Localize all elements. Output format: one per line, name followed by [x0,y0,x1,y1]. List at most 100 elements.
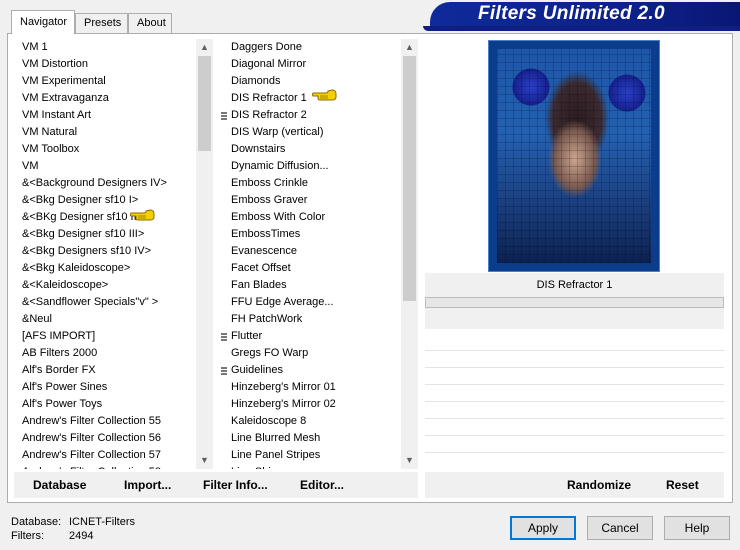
filter-list-item-label: FH PatchWork [231,313,303,325]
apply-button[interactable]: Apply [510,516,576,540]
category-list-item[interactable]: VM Distortion [22,56,194,73]
filter-list-item-label: Line Panel Stripes [231,449,321,461]
category-list-item[interactable]: Andrew's Filter Collection 57 [22,447,194,464]
submenu-marker-icon [221,367,227,375]
filter-list-item[interactable]: Emboss Graver [221,192,401,209]
filter-list-item[interactable]: FH PatchWork [221,311,401,328]
filter-list-item-label: DIS Refractor 2 [231,109,307,121]
submenu-marker-icon [221,112,227,120]
filter-list-item-label: Gregs FO Warp [231,347,309,359]
progress-bar [425,297,724,308]
category-list-item[interactable]: VM [22,158,194,175]
filter-list-item-label: Line Shimmer [231,466,299,469]
filter-list-item[interactable]: Line Blurred Mesh [221,430,401,447]
category-list-item[interactable]: &<Bkg Kaleidoscope> [22,260,194,277]
filter-list-item[interactable]: Evanescence [221,243,401,260]
filter-list-item-label: Kaleidoscope 8 [231,415,307,427]
tab-presets[interactable]: Presets [75,13,128,33]
cancel-button[interactable]: Cancel [587,516,653,540]
banner-shadow [423,26,740,31]
filter-list-item-label: EmbossTimes [231,228,301,240]
filter-list-item[interactable]: Emboss Crinkle [221,175,401,192]
filter-list-item[interactable]: Diamonds [221,73,401,90]
category-list-item[interactable]: VM Extravaganza [22,90,194,107]
category-list-item[interactable]: Alf's Border FX [22,362,194,379]
database-button[interactable]: Database [33,478,86,492]
category-list-item[interactable]: VM 1 [22,39,194,56]
preview-image [497,49,651,263]
filter-list-item[interactable]: Downstairs [221,141,401,158]
filters-count-label: Filters: [11,530,44,542]
import-button[interactable]: Import... [124,478,171,492]
category-list-item[interactable]: &Neul [22,311,194,328]
filter-list-item[interactable]: Gregs FO Warp [221,345,401,362]
filter-list-item[interactable]: Line Shimmer [221,464,401,469]
filter-list-item-label: Daggers Done [231,41,302,53]
filter-preview-frame [488,40,660,272]
category-list-item[interactable]: VM Toolbox [22,141,194,158]
filter-list-item[interactable]: Hinzeberg's Mirror 01 [221,379,401,396]
filter-list-item[interactable]: Guidelines [221,362,401,379]
filter-list-item-label: Facet Offset [231,262,291,274]
filter-list-item[interactable]: DIS Refractor 2 [221,107,401,124]
filter-list-item[interactable]: Facet Offset [221,260,401,277]
preview-toolbar: Randomize Reset [425,472,724,498]
filter-list-item-label: Hinzeberg's Mirror 02 [231,398,336,410]
help-button[interactable]: Help [664,516,730,540]
randomize-button[interactable]: Randomize [567,478,631,492]
chevron-down-icon[interactable]: ▼ [196,452,213,469]
category-list-item[interactable]: &<Bkg Designer sf10 III> [22,226,194,243]
chevron-up-icon[interactable]: ▲ [196,39,213,56]
category-list-item[interactable]: VM Instant Art [22,107,194,124]
category-list-item[interactable]: Andrew's Filter Collection 58 [22,464,194,469]
filter-list-item[interactable]: Dynamic Diffusion... [221,158,401,175]
category-list-item[interactable]: Andrew's Filter Collection 55 [22,413,194,430]
filter-list-item[interactable]: Fan Blades [221,277,401,294]
filter-list-item[interactable]: FFU Edge Average... [221,294,401,311]
tab-about[interactable]: About [128,13,172,33]
category-list-item[interactable]: &<Kaleidoscope> [22,277,194,294]
filter-list-item[interactable]: Hinzeberg's Mirror 02 [221,396,401,413]
category-list-item[interactable]: Alf's Power Toys [22,396,194,413]
editor-button[interactable]: Editor... [300,478,344,492]
filter-info-button[interactable]: Filter Info... [203,478,268,492]
filter-list-item[interactable]: Flutter [221,328,401,345]
category-list[interactable]: VM 1 VM Distortion VM Experimental VM Extra… [22,39,194,469]
filter-list-item[interactable]: EmbossTimes [221,226,401,243]
filter-list-item[interactable]: Daggers Done [221,39,401,56]
category-list-item[interactable]: &<Bkg Designer sf10 I> [22,192,194,209]
filter-list-item[interactable]: DIS Warp (vertical) [221,124,401,141]
category-list-item[interactable]: VM Experimental [22,73,194,90]
category-list-item[interactable]: AB Filters 2000 [22,345,194,362]
tab-navigator[interactable]: Navigator [11,10,75,34]
filter-list[interactable]: Daggers Done Diagonal Mirror Diamonds DIS R… [221,39,401,469]
filter-list-item[interactable]: Line Panel Stripes [221,447,401,464]
category-list-item[interactable]: &<Sandflower Specials"v" > [22,294,194,311]
filters-count-value: 2494 [69,530,94,542]
filter-list-item[interactable]: DIS Refractor 1 [221,90,401,107]
category-list-item[interactable]: &<Background Designers IV> [22,175,194,192]
filter-list-item-label: DIS Refractor 1 [231,92,307,104]
reset-button[interactable]: Reset [666,478,699,492]
app-title: Filters Unlimited 2.0 [478,3,665,24]
category-list-item[interactable]: &<BKg Designer sf10 II> [22,209,194,226]
filter-list-item[interactable]: Emboss With Color [221,209,401,226]
category-list-scrollbar[interactable]: ▲ ▼ [196,39,213,469]
filter-list-item[interactable]: Diagonal Mirror [221,56,401,73]
category-list-item[interactable]: VM Natural [22,124,194,141]
filter-list-item[interactable]: Kaleidoscope 8 [221,413,401,430]
chevron-up-icon[interactable]: ▲ [401,39,418,56]
category-list-item[interactable]: [AFS IMPORT] [22,328,194,345]
category-scroll-thumb[interactable] [198,56,211,151]
filter-scroll-thumb[interactable] [403,56,416,301]
filter-list-item-label: Fan Blades [231,279,287,291]
filter-list-item-label: Diamonds [231,75,281,87]
chevron-down-icon[interactable]: ▼ [401,452,418,469]
category-list-item[interactable]: Alf's Power Sines [22,379,194,396]
filter-list-scrollbar[interactable]: ▲ ▼ [401,39,418,469]
category-list-item[interactable]: Andrew's Filter Collection 56 [22,430,194,447]
filter-list-item-label: DIS Warp (vertical) [231,126,324,138]
database-label: Database: [11,516,62,528]
submenu-marker-icon [221,333,227,341]
category-list-item[interactable]: &<Bkg Designers sf10 IV> [22,243,194,260]
